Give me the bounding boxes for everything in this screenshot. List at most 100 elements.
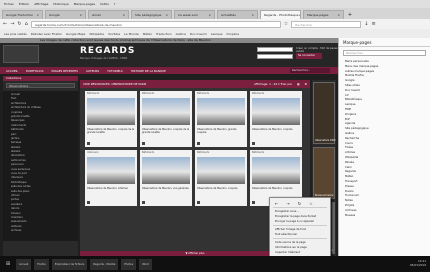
context-menu-item[interactable]: Tout sélectionner: [270, 232, 330, 237]
result-card[interactable]: Bâtiments Observatoire de Meudon, vue gén…: [140, 150, 192, 206]
tab[interactable]: Actualités ×: [217, 10, 258, 19]
result-card[interactable]: Bâtiments Observatoire de Meudon, grande …: [195, 91, 247, 147]
taskbar-item[interactable]: Regards - Mozilla: [90, 258, 119, 270]
bookmark-folder-item[interactable]: Musées: [345, 213, 430, 218]
taskbar-item[interactable]: Word: [139, 258, 152, 270]
downloads-icon[interactable]: ↓: [364, 21, 368, 27]
bookmark-item[interactable]: Lexique: [211, 32, 223, 36]
taskbar-item[interactable]: Accueil: [16, 258, 32, 270]
bookmark-item[interactable]: Doc Inserm: [190, 32, 207, 36]
nav-item-portfolios[interactable]: PORTFOLIOS: [26, 69, 44, 73]
download-icon[interactable]: [197, 142, 200, 145]
taskbar-item[interactable]: Explorateur de fichiers: [51, 258, 88, 270]
tab[interactable]: Google Traduction ×: [2, 10, 43, 19]
bookmark-item[interactable]: Wikipédia: [89, 32, 104, 36]
username-field[interactable]: [257, 47, 293, 52]
card-thumbnail[interactable]: [142, 98, 190, 125]
nav-item-tutorials[interactable]: TUTORIELS: [107, 69, 123, 73]
tab-active[interactable]: Regards - Photothèque ×: [260, 10, 301, 19]
home-icon[interactable]: ⌂: [25, 21, 28, 27]
bookmark-item[interactable]: Le Monde: [124, 32, 139, 36]
menu-bookmarks[interactable]: Marque-pages: [74, 2, 95, 6]
card-caption[interactable]: Observatoire de Meudon, coupole de la gr…: [142, 128, 190, 135]
close-icon[interactable]: ×: [208, 13, 211, 17]
grid-view-icon[interactable]: ▦: [297, 82, 300, 86]
close-icon[interactable]: ×: [298, 13, 300, 17]
collection-select[interactable]: Observatoire: [6, 83, 75, 88]
download-icon[interactable]: [142, 201, 145, 204]
taskbar-item[interactable]: Photos: [121, 258, 137, 270]
url-bar[interactable]: regards.huma-num.fr/collections/observat…: [30, 20, 281, 28]
card-caption[interactable]: Observatoire de Meudon, coupole: [252, 128, 300, 131]
bookmark-star-icon[interactable]: ☆: [284, 21, 288, 27]
card-thumbnail[interactable]: [252, 157, 300, 184]
card-thumbnail[interactable]: [197, 98, 245, 125]
close-icon[interactable]: ×: [36, 13, 39, 17]
new-tab-icon[interactable]: +: [346, 11, 354, 19]
menu-file[interactable]: Fichier: [4, 2, 14, 6]
bookmark-item[interactable]: Météo: [143, 32, 152, 36]
close-icon[interactable]: ×: [337, 13, 340, 17]
menu-edit[interactable]: Édition: [19, 2, 29, 6]
card-thumbnail[interactable]: [142, 157, 190, 184]
nav-item-history[interactable]: HISTOIRE DE LA BANQUE: [131, 69, 166, 73]
download-icon[interactable]: [197, 201, 200, 204]
download-icon[interactable]: [142, 142, 145, 145]
site-search-input[interactable]: Rechercher...: [290, 68, 330, 73]
card-caption[interactable]: Observatoire de Meudon, coupole de la gr…: [87, 128, 135, 135]
bookmarks-sidebar-title[interactable]: Marque-pages: [339, 38, 430, 47]
back-icon[interactable]: ←: [3, 21, 7, 27]
card-thumbnail[interactable]: [87, 157, 135, 184]
card-caption[interactable]: Observatoire de Meudon, vue générale: [142, 187, 190, 190]
bookmark-item[interactable]: Débuter avec Firefox: [31, 32, 62, 36]
results-tools[interactable]: Affichage: 1 - 24 ▾ Trier par: [254, 82, 292, 86]
card-caption[interactable]: Observatoire de Meudon, coupole: [197, 187, 245, 190]
download-icon[interactable]: [87, 201, 90, 204]
close-icon[interactable]: ×: [122, 13, 125, 17]
card-thumbnail[interactable]: [87, 98, 135, 125]
result-card[interactable]: Bâtiments Observatoire de Meudon, coupole: [195, 150, 247, 206]
institution-logo-icon[interactable]: [3, 45, 39, 63]
card-thumbnail[interactable]: [197, 157, 245, 184]
download-icon[interactable]: [252, 142, 255, 145]
card-caption[interactable]: Observatoire de Meudon, grande coupole: [197, 128, 245, 135]
menu-icon[interactable]: ≡: [371, 21, 375, 27]
result-card[interactable]: Bâtiments Observatoire de Meudon, coupole: [250, 91, 302, 147]
featured-photo[interactable]: Bourse ancienne: [313, 147, 335, 199]
menu-view[interactable]: Affichage: [34, 2, 48, 6]
download-icon[interactable]: [252, 201, 255, 204]
close-icon[interactable]: ×: [79, 13, 82, 17]
login-button[interactable]: Se connecter: [296, 53, 322, 59]
close-icon[interactable]: ×: [251, 13, 254, 17]
taskbar-item[interactable]: Firefox: [34, 258, 49, 270]
bookmark-item[interactable]: Dropbox: [227, 32, 240, 36]
tab[interactable]: Marque-pages ×: [303, 10, 344, 19]
password-field[interactable]: [257, 54, 293, 59]
tab[interactable]: Google ×: [45, 10, 86, 19]
reload-icon[interactable]: ↻: [298, 201, 301, 206]
bookmark-item[interactable]: YouTube: [108, 32, 120, 36]
result-card[interactable]: Bâtiments Observatoire de Meudon, coupole…: [140, 91, 192, 147]
bookmarks-search-input[interactable]: Rechercher: [343, 50, 426, 56]
tab[interactable]: Gmail ×: [88, 10, 129, 19]
bookmark-star-icon[interactable]: ☆: [309, 201, 313, 206]
nav-item-authors[interactable]: AUTEURS: [86, 69, 99, 73]
search-input[interactable]: Rechercher: [291, 20, 362, 28]
tab[interactable]: Ce week-end ×: [174, 10, 215, 19]
system-clock[interactable]: 14:21 05/03/2019: [410, 260, 426, 267]
reload-icon[interactable]: ↻: [17, 21, 21, 27]
nav-item-recent[interactable]: IMAGES RÉCENTES: [51, 69, 77, 73]
featured-photo[interactable]: Observatoire 1900: [313, 82, 335, 144]
menu-tools[interactable]: Outils: [100, 2, 109, 6]
context-menu-item[interactable]: Envoyer la page à un appareil: [270, 219, 330, 224]
close-icon[interactable]: ×: [165, 13, 168, 17]
back-icon[interactable]: ←: [275, 201, 278, 206]
bookmark-item[interactable]: Traduction: [156, 32, 172, 36]
download-icon[interactable]: [87, 142, 90, 145]
windows-start-icon[interactable]: ⊞: [3, 258, 13, 270]
result-card[interactable]: Bâtiments Observatoire de Meudon, coupole…: [85, 91, 137, 147]
result-card[interactable]: Intérieurs Observatoire de Meudon, intéri…: [85, 150, 137, 206]
tab[interactable]: Site pédagogique ×: [131, 10, 172, 19]
nav-item-home[interactable]: ACCUEIL: [6, 69, 18, 73]
card-thumbnail[interactable]: [252, 98, 300, 125]
